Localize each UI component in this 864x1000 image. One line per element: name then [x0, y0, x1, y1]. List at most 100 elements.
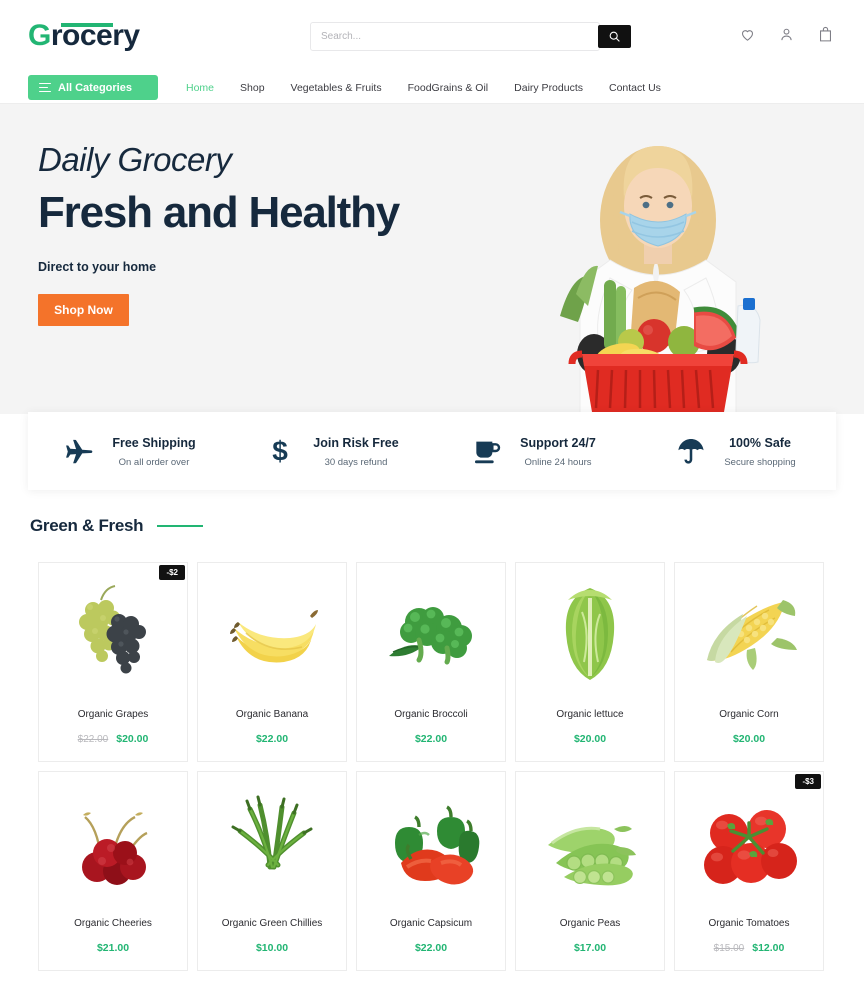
- feature-text: Free Shipping On all order over: [112, 434, 195, 468]
- product-price: $22.00: [414, 942, 448, 954]
- product-card-corn[interactable]: Organic Corn $20.00: [674, 562, 824, 762]
- coffee-cup-icon: [470, 435, 504, 467]
- user-icon[interactable]: [778, 25, 795, 44]
- feature-subtitle: Online 24 hours: [524, 457, 592, 468]
- feature-support: Support 24/7 Online 24 hours: [432, 434, 634, 468]
- product-card-broccoli[interactable]: Organic Broccoli $22.00: [356, 562, 506, 762]
- feature-text: 100% Safe Secure shopping: [724, 434, 795, 468]
- umbrella-icon: [674, 435, 708, 467]
- feature-title: Free Shipping: [112, 436, 196, 450]
- airplane-icon: [62, 435, 96, 467]
- page-title: Green & Fresh: [30, 516, 144, 535]
- nav-item-dairy-products[interactable]: Dairy Products: [514, 82, 583, 94]
- product-prices: $22.00: [415, 942, 447, 954]
- product-prices: $20.00: [733, 733, 765, 745]
- feature-text: Support 24/7 Online 24 hours: [520, 434, 596, 468]
- product-card-capsicum[interactable]: Organic Capsicum $22.00: [356, 771, 506, 971]
- product-card-grapes[interactable]: -$2 Organic Grapes $22.00 $20.00: [38, 562, 188, 762]
- section-divider: [157, 525, 204, 527]
- product-old-price: $22.00: [77, 734, 109, 745]
- product-card-banana[interactable]: Organic Banana $22.00: [197, 562, 347, 762]
- logo-accent-bar: [61, 23, 113, 27]
- feature-subtitle: On all order over: [118, 457, 190, 468]
- nav-item-foodgrains-oil[interactable]: FoodGrains & Oil: [408, 82, 489, 94]
- section-header: Green & Fresh: [30, 516, 204, 536]
- product-card-green-chillies[interactable]: Organic Green Chillies $10.00: [197, 771, 347, 971]
- site-logo[interactable]: Grocery: [28, 21, 178, 51]
- product-price: $22.00: [414, 733, 448, 745]
- nav-item-home[interactable]: Home: [186, 82, 214, 94]
- product-prices: $15.00 $12.00: [714, 942, 785, 954]
- product-name: Organic Tomatoes: [708, 918, 790, 929]
- product-name: Organic Grapes: [77, 709, 149, 720]
- product-name: Organic Peas: [559, 918, 621, 929]
- product-prices: $21.00: [97, 942, 129, 954]
- product-old-price: $15.00: [713, 943, 745, 954]
- shopping-bag-icon[interactable]: [817, 25, 834, 44]
- capsicum-image: [356, 772, 506, 914]
- product-grid: -$2 Organic Grapes $22.00 $20.00 Organic…: [38, 562, 838, 971]
- svg-text:$: $: [272, 435, 288, 466]
- shop-now-button[interactable]: Shop Now: [38, 294, 129, 327]
- all-categories-label: All Categories: [58, 81, 132, 94]
- product-price: $20.00: [732, 733, 766, 745]
- product-name: Organic Banana: [235, 709, 309, 720]
- page-root: Grocery All Categories: [0, 0, 864, 1000]
- nav-item-vegetables-fruits[interactable]: Vegetables & Fruits: [291, 82, 382, 94]
- discount-badge: -$3: [795, 774, 821, 789]
- nav-item-shop[interactable]: Shop: [240, 82, 265, 94]
- all-categories-button[interactable]: All Categories: [28, 75, 158, 100]
- product-card-cherries[interactable]: Organic Cheeries $21.00: [38, 771, 188, 971]
- nav-item-contact-us[interactable]: Contact Us: [609, 82, 661, 94]
- hamburger-icon: [39, 82, 51, 93]
- product-name: Organic Green Chillies: [221, 918, 323, 929]
- banana-image: [197, 563, 347, 705]
- product-price: $10.00: [255, 942, 289, 954]
- search-bar: [310, 22, 631, 51]
- features-bar: Free Shipping On all order over $ Join R…: [28, 412, 836, 490]
- feature-text: Join Risk Free 30 days refund: [313, 434, 398, 468]
- product-price: $21.00: [96, 942, 130, 954]
- product-card-lettuce[interactable]: Organic lettuce $20.00: [515, 562, 665, 762]
- product-card-tomatoes[interactable]: -$3 Organic Tomatoes $15.00 $12.00: [674, 771, 824, 971]
- search-button[interactable]: [598, 25, 631, 48]
- search-input[interactable]: [310, 22, 600, 51]
- feature-subtitle: Secure shopping: [724, 457, 796, 468]
- product-name: Organic Capsicum: [389, 918, 473, 929]
- corn-image: [674, 563, 824, 705]
- product-prices: $10.00: [256, 942, 288, 954]
- search-icon: [609, 31, 620, 42]
- product-prices: $22.00: [256, 733, 288, 745]
- heart-icon[interactable]: [739, 25, 756, 44]
- feature-free-shipping: Free Shipping On all order over: [28, 434, 230, 468]
- hero-image: [560, 146, 761, 414]
- header-icon-group: [739, 25, 834, 44]
- tomatoes-image: [674, 772, 824, 914]
- product-name: Organic Broccoli: [394, 709, 468, 720]
- lettuce-image: [515, 563, 665, 705]
- product-price: $22.00: [255, 733, 289, 745]
- feature-safe: 100% Safe Secure shopping: [634, 434, 836, 468]
- product-name: Organic Corn: [719, 709, 779, 720]
- product-prices: $22.00 $20.00: [78, 733, 149, 745]
- broccoli-image: [356, 563, 506, 705]
- feature-title: Support 24/7: [520, 436, 596, 450]
- product-price: $12.00: [752, 942, 785, 954]
- product-prices: $22.00: [415, 733, 447, 745]
- dollar-icon: $: [263, 435, 297, 467]
- product-name: Organic Cheeries: [74, 918, 152, 929]
- product-prices: $20.00: [574, 733, 606, 745]
- cherries-image: [38, 772, 188, 914]
- peas-image: [515, 772, 665, 914]
- product-price: $20.00: [573, 733, 607, 745]
- main-navigation: All Categories Home Shop Vegetables & Fr…: [0, 72, 864, 104]
- green-chillies-image: [197, 772, 347, 914]
- feature-subtitle: 30 days refund: [324, 457, 388, 468]
- product-prices: $17.00: [574, 942, 606, 954]
- hero-banner: Daily Grocery Fresh and Healthy Direct t…: [0, 104, 864, 414]
- product-price: $17.00: [573, 942, 607, 954]
- discount-badge: -$2: [159, 565, 185, 580]
- product-price: $20.00: [116, 733, 149, 745]
- product-card-peas[interactable]: Organic Peas $17.00: [515, 771, 665, 971]
- logo-letter-g: G: [28, 19, 51, 52]
